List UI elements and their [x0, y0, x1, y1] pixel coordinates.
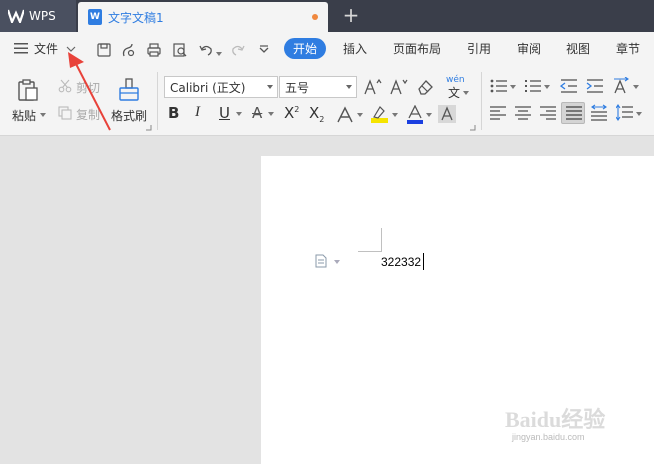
line-spacing-icon[interactable]: [616, 104, 634, 122]
clipboard-dialog-launcher-icon[interactable]: [146, 125, 152, 131]
text-effect-icon[interactable]: [336, 106, 354, 124]
underline-dropdown-caret[interactable]: [236, 112, 242, 116]
align-justify-icon: [566, 106, 582, 120]
font-color-icon[interactable]: [406, 105, 424, 125]
align-justify-button[interactable]: [561, 102, 585, 124]
wps-tab-label: WPS: [29, 9, 56, 23]
increase-font-size-icon[interactable]: [364, 78, 382, 96]
align-center-icon[interactable]: [515, 106, 531, 120]
print-preview-icon[interactable]: [172, 42, 188, 58]
tab-insert[interactable]: 插入: [343, 40, 367, 57]
italic-icon[interactable]: I: [195, 104, 200, 121]
tab-view[interactable]: 视图: [566, 40, 590, 57]
numbering-dropdown-caret[interactable]: [544, 85, 550, 89]
watermark-brand: Baidu经验: [505, 407, 606, 432]
format-painter-icon[interactable]: [118, 78, 140, 102]
font-color-dropdown-caret[interactable]: [426, 113, 432, 117]
margin-corner-marker: [358, 228, 382, 252]
tab-references[interactable]: 引用: [467, 40, 491, 57]
font-dialog-launcher-icon[interactable]: [470, 125, 476, 131]
customize-toolbar-icon[interactable]: [256, 42, 272, 58]
bullets-dropdown-caret[interactable]: [510, 85, 516, 89]
align-right-icon[interactable]: [540, 106, 556, 120]
output-pdf-icon[interactable]: [120, 42, 136, 58]
phonetic-guide-char[interactable]: 文: [448, 84, 460, 101]
tab-home[interactable]: 开始: [284, 38, 327, 59]
align-left-icon[interactable]: [490, 106, 506, 120]
font-size-select[interactable]: 五号: [279, 76, 357, 98]
phonetic-dropdown-caret[interactable]: [463, 91, 469, 95]
new-tab-button[interactable]: +: [340, 4, 362, 26]
subscript-icon[interactable]: X2: [309, 104, 324, 124]
font-name-value: Calibri (正文): [170, 80, 246, 95]
paragraph-handle-icon[interactable]: [315, 254, 329, 268]
annotation-arrow-icon: [68, 52, 111, 131]
wps-logo-icon: [8, 9, 24, 23]
paste-label[interactable]: 粘贴: [12, 107, 36, 124]
tab-page-layout[interactable]: 页面布局: [393, 40, 441, 57]
highlight-dropdown-caret[interactable]: [392, 113, 398, 117]
document-tab[interactable]: W 文字文稿1: [78, 2, 328, 32]
document-tab-label: 文字文稿1: [108, 10, 164, 25]
superscript-icon[interactable]: X2: [284, 104, 299, 122]
ribbon-divider-2: [481, 72, 482, 130]
undo-dropdown-caret[interactable]: [216, 52, 222, 56]
unsaved-indicator: [312, 14, 318, 20]
strikethrough-dropdown-caret[interactable]: [268, 112, 274, 116]
watermark-url: jingyan.baidu.com: [512, 432, 585, 442]
text-cursor: [423, 253, 424, 270]
print-icon[interactable]: [146, 42, 162, 58]
paragraph-handle-caret[interactable]: [334, 260, 340, 264]
ribbon-divider: [157, 72, 158, 130]
text-effect-dropdown-caret[interactable]: [357, 113, 363, 117]
wps-home-tab[interactable]: WPS: [0, 0, 76, 32]
decrease-font-size-icon[interactable]: [390, 78, 408, 96]
line-spacing-dropdown-caret[interactable]: [636, 112, 642, 116]
decrease-indent-icon[interactable]: [560, 78, 578, 94]
title-bar: WPS W 文字文稿1 +: [0, 0, 654, 32]
file-menu-label: 文件: [34, 42, 59, 56]
hamburger-icon: [14, 43, 28, 54]
undo-icon[interactable]: [198, 42, 214, 58]
tab-chapter[interactable]: 章节: [616, 40, 640, 57]
strikethrough-icon[interactable]: A: [252, 104, 262, 122]
font-size-value: 五号: [285, 80, 310, 95]
redo-icon[interactable]: [230, 42, 246, 58]
text-direction-dropdown-caret[interactable]: [633, 85, 639, 89]
underline-icon[interactable]: U: [219, 104, 230, 122]
highlight-icon[interactable]: [370, 105, 390, 125]
paste-icon[interactable]: [16, 78, 40, 102]
character-shading-icon[interactable]: [438, 105, 456, 123]
distributed-align-icon[interactable]: [590, 104, 608, 122]
tab-review[interactable]: 审阅: [517, 40, 541, 57]
bullets-icon[interactable]: [490, 78, 508, 94]
document-text[interactable]: 322332: [381, 255, 421, 269]
font-name-select[interactable]: Calibri (正文): [164, 76, 278, 98]
numbering-icon[interactable]: [524, 78, 542, 94]
font-size-dropdown-arrow: [346, 85, 352, 89]
clear-formatting-icon[interactable]: [416, 78, 434, 96]
paste-dropdown-caret[interactable]: [40, 113, 46, 117]
writer-doc-icon: W: [88, 9, 102, 25]
increase-indent-icon[interactable]: [586, 78, 604, 94]
font-name-dropdown-arrow: [267, 85, 273, 89]
text-direction-icon[interactable]: [612, 77, 630, 95]
bold-icon[interactable]: B: [168, 104, 179, 122]
